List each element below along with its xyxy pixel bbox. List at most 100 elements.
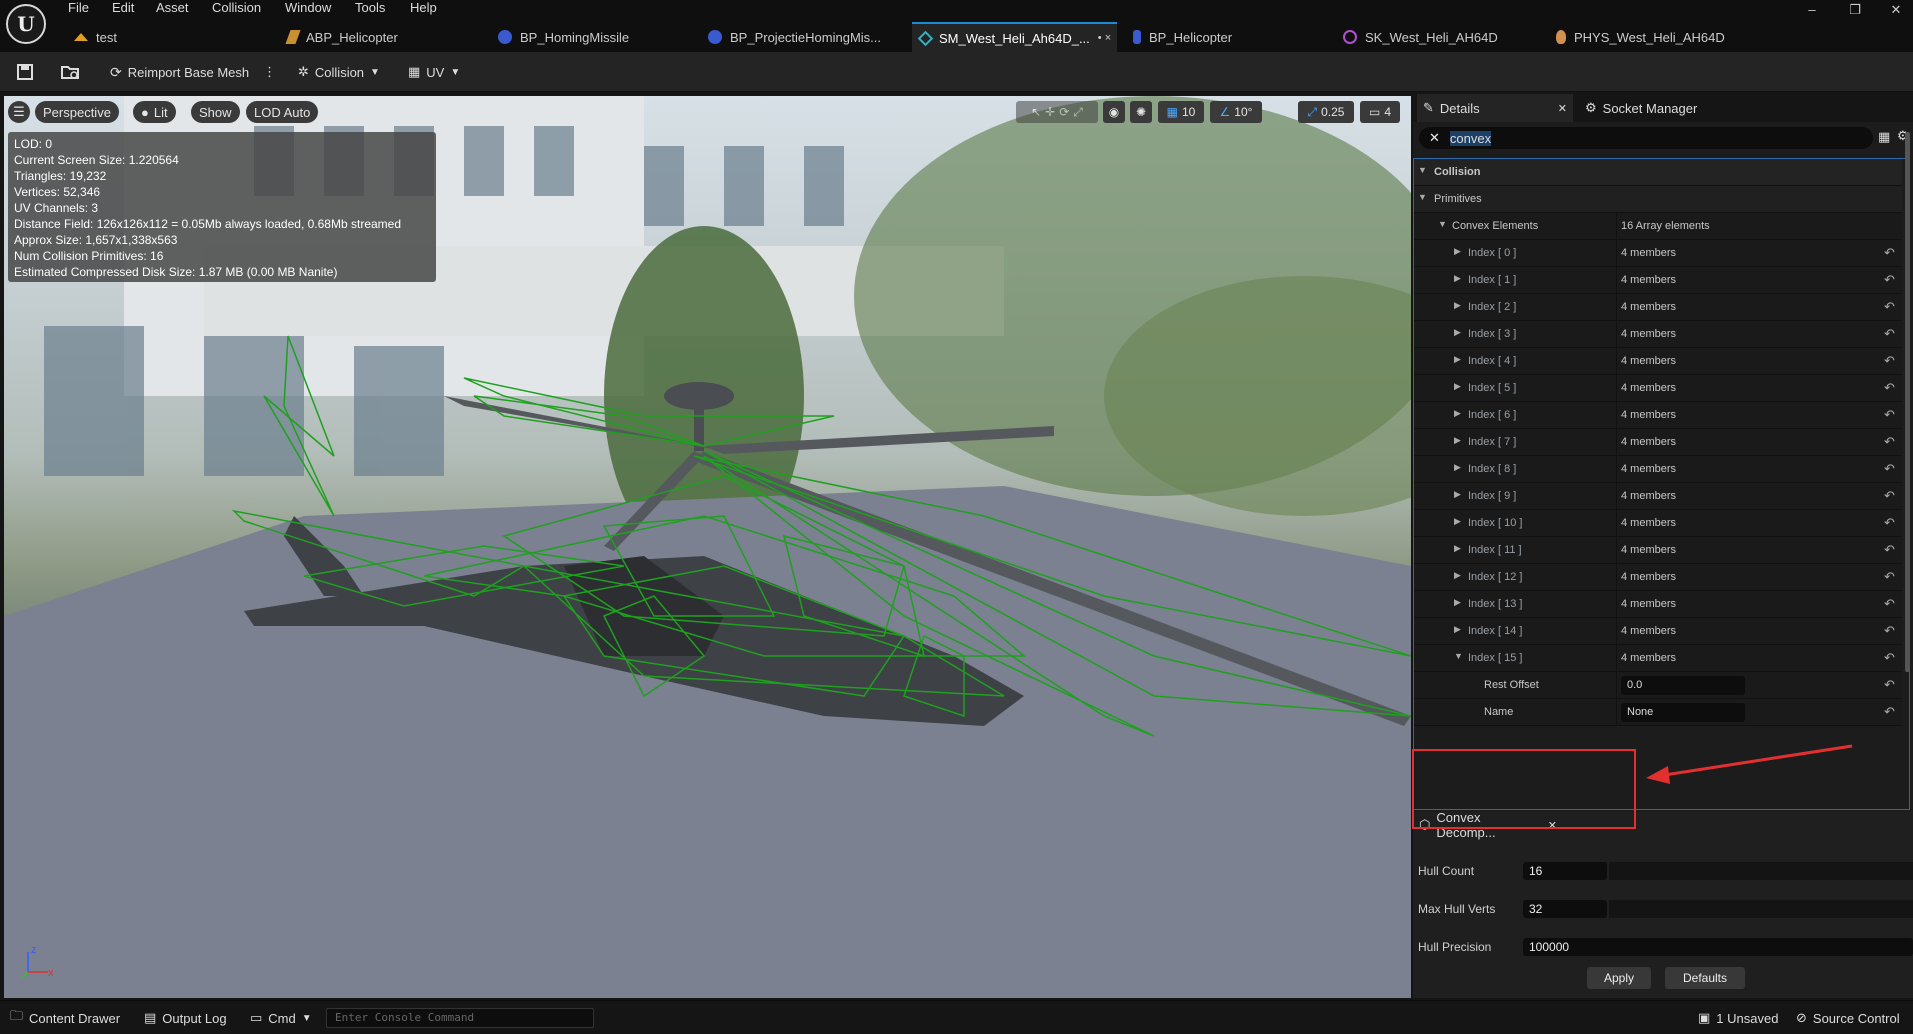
hull-precision-input[interactable]: 100000	[1523, 938, 1913, 956]
grid-snap-button[interactable]: ▦ 10	[1158, 101, 1204, 123]
array-index-row[interactable]: ▼ Index [ 15 ] 4 members ↶	[1414, 645, 1902, 672]
reset-icon[interactable]: ↶	[1884, 407, 1895, 423]
reset-icon[interactable]: ↶	[1884, 272, 1895, 288]
convex-elements-row[interactable]: ▼ Convex Elements 16 Array elements	[1414, 213, 1902, 240]
scrollbar[interactable]	[1905, 132, 1910, 672]
array-index-row[interactable]: ▶ Index [ 9 ] 4 members ↶	[1414, 483, 1902, 510]
menu-edit[interactable]: Edit	[112, 0, 134, 15]
hull-count-input[interactable]: 16	[1523, 862, 1607, 880]
array-index-row[interactable]: ▶ Index [ 7 ] 4 members ↶	[1414, 429, 1902, 456]
tab-bp-projectiehomingmissile[interactable]: BP_ProjectieHomingMis...	[700, 22, 905, 52]
reset-icon[interactable]: ↶	[1884, 299, 1895, 315]
tab-abp-helicopter[interactable]: ABP_Helicopter	[280, 22, 480, 52]
chevron-right-icon[interactable]: ▶	[1454, 327, 1461, 338]
reset-icon[interactable]: ↶	[1884, 326, 1895, 342]
collision-dropdown[interactable]: ✲ Collision ▼	[292, 58, 386, 86]
camera-speed-button[interactable]: ▭ 4	[1360, 101, 1400, 123]
defaults-button[interactable]: Defaults	[1665, 967, 1745, 989]
tab-socket-manager[interactable]: ⚙ Socket Manager	[1579, 94, 1729, 122]
array-index-row[interactable]: ▶ Index [ 0 ] 4 members ↶	[1414, 240, 1902, 267]
array-index-row[interactable]: ▶ Index [ 8 ] 4 members ↶	[1414, 456, 1902, 483]
table-view-icon[interactable]: ▦	[1878, 129, 1890, 145]
cmd-dropdown[interactable]: ▭ Cmd ▼	[250, 1009, 312, 1027]
viewport-menu-button[interactable]: ☰	[8, 101, 30, 123]
reset-icon[interactable]: ↶	[1884, 542, 1895, 558]
reset-icon[interactable]: ↶	[1884, 380, 1895, 396]
hull-count-slider[interactable]	[1609, 862, 1913, 880]
rest-offset-input[interactable]: 0.0	[1621, 676, 1745, 695]
max-hull-verts-slider[interactable]	[1609, 900, 1913, 918]
chevron-right-icon[interactable]: ▶	[1454, 408, 1461, 419]
array-index-row[interactable]: ▶ Index [ 4 ] 4 members ↶	[1414, 348, 1902, 375]
array-index-row[interactable]: ▶ Index [ 2 ] 4 members ↶	[1414, 294, 1902, 321]
save-button[interactable]	[10, 58, 40, 86]
reset-icon[interactable]: ↶	[1884, 488, 1895, 504]
tab-test[interactable]: test	[66, 22, 266, 52]
chevron-right-icon[interactable]: ▶	[1454, 273, 1461, 284]
chevron-right-icon[interactable]: ▶	[1454, 246, 1461, 257]
menu-asset[interactable]: Asset	[156, 0, 189, 15]
details-search-input[interactable]: ✕ convex	[1419, 127, 1873, 149]
array-index-row[interactable]: ▶ Index [ 1 ] 4 members ↶	[1414, 267, 1902, 294]
clear-search-icon[interactable]: ✕	[1429, 130, 1440, 146]
chevron-right-icon[interactable]: ▶	[1454, 462, 1461, 473]
array-index-row[interactable]: ▶ Index [ 14 ] 4 members ↶	[1414, 618, 1902, 645]
array-index-row[interactable]: ▶ Index [ 10 ] 4 members ↶	[1414, 510, 1902, 537]
lit-button[interactable]: ● Lit	[133, 101, 176, 123]
reset-icon[interactable]: ↶	[1884, 623, 1895, 639]
array-index-row[interactable]: ▶ Index [ 3 ] 4 members ↶	[1414, 321, 1902, 348]
reset-icon[interactable]: ↶	[1884, 245, 1895, 261]
menu-window[interactable]: Window	[285, 0, 331, 15]
menu-file[interactable]: File	[68, 0, 89, 15]
browse-button[interactable]	[54, 58, 86, 86]
tab-bp-helicopter[interactable]: BP_Helicopter	[1125, 22, 1325, 52]
reset-icon[interactable]: ↶	[1884, 596, 1895, 612]
more-options-icon[interactable]: ⋮	[263, 64, 276, 80]
chevron-right-icon[interactable]: ▶	[1454, 381, 1461, 392]
source-control-button[interactable]: ⊘ Source Control	[1796, 1009, 1900, 1027]
chevron-right-icon[interactable]: ▶	[1454, 624, 1461, 635]
surface-snap-button[interactable]: ✺	[1130, 101, 1152, 123]
chevron-right-icon[interactable]: ▶	[1454, 489, 1461, 500]
unsaved-button[interactable]: ▣ 1 Unsaved	[1698, 1009, 1778, 1027]
chevron-right-icon[interactable]: ▶	[1454, 354, 1461, 365]
restore-icon[interactable]: ❐	[1843, 2, 1867, 18]
close-window-icon[interactable]: ✕	[1884, 2, 1908, 18]
tab-phys-west-heli[interactable]: PHYS_West_Heli_AH64D	[1548, 22, 1748, 52]
lod-button[interactable]: LOD Auto	[246, 101, 319, 123]
reset-icon[interactable]: ↶	[1884, 704, 1895, 720]
tab-sk-west-heli[interactable]: SK_West_Heli_AH64D	[1335, 22, 1535, 52]
unreal-logo[interactable]: U	[6, 4, 46, 44]
reimport-button[interactable]: ⟳ Reimport Base Mesh ⋮	[104, 58, 282, 86]
reset-icon[interactable]: ↶	[1884, 650, 1895, 666]
transform-tools[interactable]: ↖ ✛ ⟳ ⤢	[1016, 101, 1098, 123]
tab-details[interactable]: ✎ Details ✕	[1417, 94, 1573, 122]
tab-bp-homingmissile[interactable]: BP_HomingMissile	[490, 22, 690, 52]
chevron-right-icon[interactable]: ▶	[1454, 300, 1461, 311]
chevron-right-icon[interactable]: ▶	[1454, 543, 1461, 554]
world-local-button[interactable]: ◉	[1103, 101, 1125, 123]
close-icon[interactable]: ✕	[1558, 102, 1567, 115]
reset-icon[interactable]: ↶	[1884, 353, 1895, 369]
menu-collision[interactable]: Collision	[212, 0, 261, 15]
reset-icon[interactable]: ↶	[1884, 461, 1895, 477]
perspective-button[interactable]: Perspective	[35, 101, 119, 123]
array-index-row[interactable]: ▶ Index [ 5 ] 4 members ↶	[1414, 375, 1902, 402]
output-log-button[interactable]: ▤ Output Log	[144, 1009, 227, 1027]
max-hull-verts-input[interactable]: 32	[1523, 900, 1607, 918]
scale-snap-button[interactable]: ⤢ 0.25	[1298, 101, 1354, 123]
chevron-down-icon[interactable]: ▼	[1454, 651, 1463, 661]
chevron-right-icon[interactable]: ▶	[1454, 597, 1461, 608]
console-input[interactable]: Enter Console Command	[326, 1008, 594, 1028]
reset-icon[interactable]: ↶	[1884, 434, 1895, 450]
mesh-viewport[interactable]: z x ☰ Perspective ● Lit Show LOD Auto ↖ ✛ ⟳…	[4, 96, 1411, 998]
name-input[interactable]: None	[1621, 703, 1745, 722]
array-index-row[interactable]: ▶ Index [ 6 ] 4 members ↶	[1414, 402, 1902, 429]
minimize-icon[interactable]: –	[1800, 2, 1824, 18]
uv-dropdown[interactable]: ▦ UV ▼	[402, 58, 466, 86]
reset-icon[interactable]: ↶	[1884, 569, 1895, 585]
show-button[interactable]: Show	[191, 101, 240, 123]
category-primitives[interactable]: ▼ Primitives	[1414, 186, 1902, 213]
array-index-row[interactable]: ▶ Index [ 12 ] 4 members ↶	[1414, 564, 1902, 591]
chevron-right-icon[interactable]: ▶	[1454, 516, 1461, 527]
